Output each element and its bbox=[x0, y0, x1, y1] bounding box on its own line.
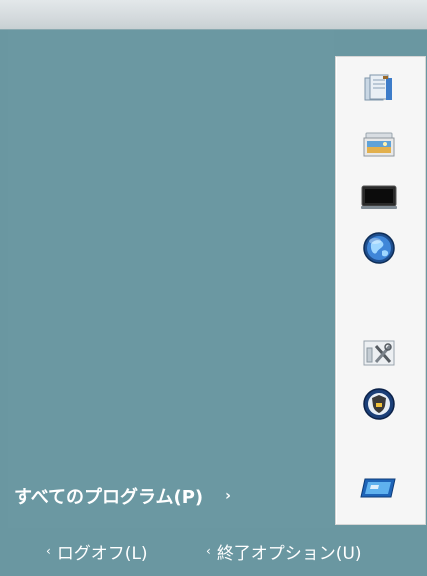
documents-shortcut[interactable] bbox=[350, 66, 408, 110]
documents-icon bbox=[364, 74, 392, 101]
chevron-left-icon: ‹ bbox=[206, 544, 211, 558]
chevron-left-icon: ‹ bbox=[46, 544, 51, 558]
chevron-right-icon: › bbox=[225, 488, 231, 504]
logoff-label: ログオフ(L) bbox=[56, 543, 148, 564]
internet-globe-icon bbox=[363, 232, 395, 264]
display-shortcut[interactable] bbox=[350, 466, 408, 510]
programs-pane bbox=[8, 30, 334, 528]
security-shield-icon bbox=[363, 388, 395, 420]
bottom-actions-bar: ‹ ログオフ(L) ‹ 終了オプション(U) bbox=[0, 534, 427, 568]
top-border-bar bbox=[0, 0, 427, 30]
internet-shortcut[interactable] bbox=[350, 226, 408, 270]
logoff-button[interactable]: ‹ ログオフ(L) bbox=[46, 534, 148, 568]
all-programs-button[interactable]: すべてのプログラム(P) › bbox=[14, 480, 231, 512]
control-panel-shortcut[interactable] bbox=[350, 330, 408, 374]
pictures-shortcut[interactable] bbox=[350, 122, 408, 166]
shutdown-options-label: 終了オプション(U) bbox=[216, 543, 362, 564]
shutdown-options-button[interactable]: ‹ 終了オプション(U) bbox=[206, 534, 362, 568]
security-shortcut[interactable] bbox=[350, 382, 408, 426]
computer-icon bbox=[361, 185, 397, 209]
computer-shortcut[interactable] bbox=[350, 174, 408, 218]
right-shortcut-panel bbox=[335, 56, 426, 525]
control-panel-tools-icon bbox=[363, 340, 395, 366]
all-programs-label: すべてのプログラム(P) bbox=[14, 487, 204, 508]
pictures-icon bbox=[363, 132, 395, 157]
display-screen-icon bbox=[360, 478, 396, 498]
